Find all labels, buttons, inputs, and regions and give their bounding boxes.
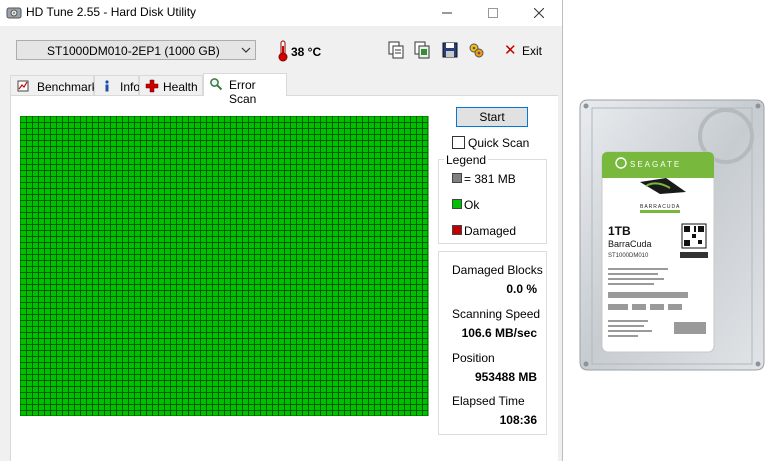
drive-name-text: BarraCuda [608,239,652,249]
exit-icon: ✕ [504,42,517,59]
exit-button[interactable]: ✕ Exit [500,40,544,60]
tab-health-label: Health [163,80,198,94]
tab-health[interactable]: Health [139,75,203,95]
minimize-button[interactable] [424,0,470,26]
tab-info[interactable]: Info [94,75,141,95]
maximize-icon [488,8,498,18]
elapsed-time-label: Elapsed Time [452,394,525,408]
benchmark-icon [17,80,29,92]
legend-swatch-damaged [452,225,462,235]
temperature-readout: 38 °C [291,45,322,59]
drive-series-text: BARRACUDA [640,204,680,210]
damaged-blocks-value: 0.0 % [506,282,537,296]
window-title: HD Tune 2.55 - Hard Disk Utility [26,5,197,19]
legend-label-damaged: Damaged [464,224,517,238]
scanning-speed-label: Scanning Speed [452,307,541,321]
save-icon[interactable] [440,40,460,60]
legend-item-damaged: Damaged [452,224,516,238]
legend-label-block-size: = 381 MB [464,172,516,186]
elapsed-time-value: 108:36 [499,413,537,427]
close-icon [534,8,544,18]
position-value: 953488 MB [474,370,537,384]
title-bar: HD Tune 2.55 - Hard Disk Utility [0,0,562,26]
health-cross-icon [145,79,159,93]
legend-item-block-size: = 381 MB [452,172,516,186]
quick-scan-checkbox[interactable] [452,136,465,149]
copy-info-icon[interactable] [386,40,406,60]
exit-label: Exit [522,44,543,58]
maximize-button[interactable] [470,0,516,26]
scanning-speed-value: 106.6 MB/sec [461,326,537,340]
hard-drive-photo: SEAGATE BARRACUDA 1TB BarraCuda ST1000DM… [579,99,765,371]
tab-benchmark[interactable]: Benchmark [10,75,98,95]
close-button[interactable] [516,0,562,26]
position-label: Position [452,351,495,365]
tab-info-label: Info [120,80,141,94]
legend-label-ok: Ok [464,198,480,212]
scan-block-map [20,116,429,416]
legend-title: Legend [444,153,489,167]
drive-brand-text: SEAGATE [630,160,681,169]
drive-capacity-text: 1TB [608,224,631,238]
drive-selector[interactable]: ST1000DM010-2EP1 (1000 GB) [16,40,256,60]
info-icon [105,80,109,92]
hd-tune-app-icon [6,7,22,19]
tab-error-scan-label: Error Scan [229,78,257,106]
copy-screenshot-icon[interactable] [412,40,432,60]
minimize-icon [442,12,452,14]
thermometer-icon [278,40,288,62]
legend-item-ok: Ok [452,198,479,212]
damaged-blocks-label: Damaged Blocks [452,263,543,277]
chevron-down-icon [241,47,251,53]
toolbar: ST1000DM010-2EP1 (1000 GB) 38 °C ✕ Exit [0,26,562,74]
legend-swatch-block [452,173,462,183]
tab-benchmark-label: Benchmark [37,80,98,94]
options-icon[interactable] [466,40,486,60]
legend-swatch-ok [452,199,462,209]
start-button[interactable]: Start [456,107,528,127]
tab-error-scan[interactable]: Error Scan [203,73,287,106]
drive-model-text: ST1000DM010 [608,253,649,259]
magnifier-icon [210,78,223,91]
drive-selector-value: ST1000DM010-2EP1 (1000 GB) [47,44,220,58]
quick-scan-label: Quick Scan [468,136,530,150]
